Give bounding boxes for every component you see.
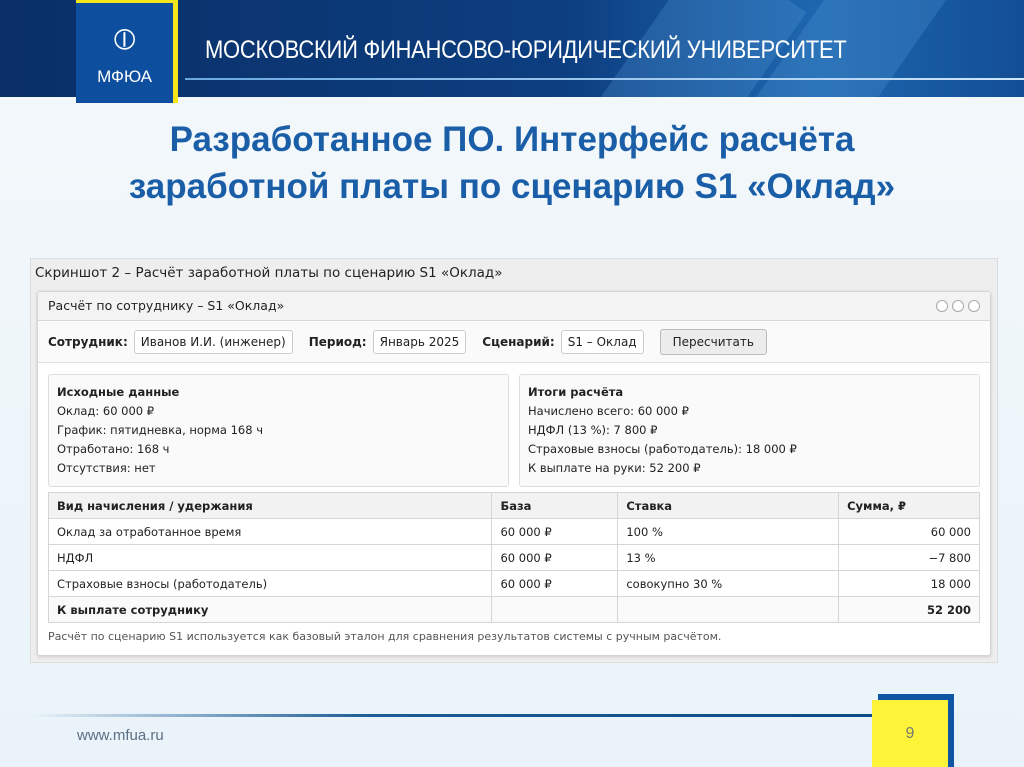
table-row: Страховые взносы (работодатель) 60 000 ₽… [47,570,980,597]
column-header: Вид начисления / удержания [47,492,493,519]
app-screenshot: Скриншот 2 – Расчёт заработной платы по … [30,258,998,663]
panel-line: Страховые взносы (работодатель): 18 000 … [528,442,797,456]
table-cell [491,596,619,623]
close-icon[interactable] [968,300,980,312]
footnote: Расчёт по сценарию S1 используется как б… [48,630,722,643]
table-cell: −7 800 [838,544,980,571]
table-cell: 52 200 [838,596,980,623]
table-total-row: К выплате сотруднику 52 200 [47,596,980,623]
logo-abbr: МФЮА [97,67,152,86]
table-cell: Оклад за отработанное время [47,518,493,545]
table-cell: Страховые взносы (работодатель) [47,570,493,597]
panel-title: Исходные данные [57,385,180,399]
results-panel: Итоги расчёта Начислено всего: 60 000 ₽ … [519,374,980,487]
panel-line: Отсутствия: нет [57,461,156,475]
website-link[interactable]: www.mfua.ru [77,727,164,744]
payroll-table: Вид начисления / удержания База Ставка С… [47,492,980,623]
table-cell: совокупно 30 % [617,570,840,597]
column-header: Сумма, ₽ [838,492,980,519]
toolbar: Сотрудник: Иванов И.И. (инженер) Период:… [38,321,990,363]
table-cell: 60 000 [838,518,980,545]
panel-line: Начислено всего: 60 000 ₽ [528,404,689,418]
table-cell: 100 % [617,518,840,545]
scenario-field[interactable]: S1 – Оклад [560,329,644,354]
table-cell: 18 000 [838,570,980,597]
slide-title: Разработанное ПО. Интерфейс расчёта зара… [0,116,1024,210]
page-number: 9 [872,700,948,767]
maximize-icon[interactable] [952,300,964,312]
table-cell: 60 000 ₽ [491,544,619,571]
screenshot-caption: Скриншот 2 – Расчёт заработной платы по … [35,265,503,281]
university-logo: ⦶ МФЮА [76,0,178,103]
table-header-row: Вид начисления / удержания База Ставка С… [47,492,980,519]
period-field[interactable]: Январь 2025 [372,329,467,354]
table-row: Оклад за отработанное время 60 000 ₽ 100… [47,518,980,545]
panel-line: График: пятидневка, норма 168 ч [57,423,264,437]
app-window: Расчёт по сотруднику – S1 «Оклад» Сотруд… [37,291,991,656]
table-cell [617,596,840,623]
table-cell: 13 % [617,544,840,571]
employee-label: Сотрудник: [48,334,128,349]
slide-title-line2: заработной платы по сценарию S1 «Оклад» [128,167,896,206]
employee-field[interactable]: Иванов И.И. (инженер) [133,329,293,354]
header-line [185,78,1024,80]
table-row: НДФЛ 60 000 ₽ 13 % −7 800 [47,544,980,571]
university-name: МОСКОВСКИЙ ФИНАНСОВО-ЮРИДИЧЕСКИЙ УНИВЕРС… [205,36,847,64]
minimize-icon[interactable] [936,300,948,312]
panel-line: НДФЛ (13 %): 7 800 ₽ [528,423,658,437]
slide-title-line1: Разработанное ПО. Интерфейс расчёта [169,120,855,159]
table-cell: 60 000 ₽ [491,570,619,597]
footer-line [30,714,875,717]
window-titlebar: Расчёт по сотруднику – S1 «Оклад» [38,292,990,321]
period-label: Период: [308,334,367,349]
panel-line: Оклад: 60 000 ₽ [57,404,155,418]
panel-line: К выплате на руки: 52 200 ₽ [528,461,701,475]
column-header: База [491,492,619,519]
logo-emblem-icon: ⦶ [113,22,136,57]
window-title: Расчёт по сотруднику – S1 «Оклад» [48,298,285,313]
column-header: Ставка [617,492,840,519]
table-cell: 60 000 ₽ [491,518,619,545]
panel-title: Итоги расчёта [528,385,624,399]
panel-line: Отработано: 168 ч [57,442,170,456]
table-cell: НДФЛ [47,544,493,571]
input-data-panel: Исходные данные Оклад: 60 000 ₽ График: … [48,374,509,487]
recalculate-button[interactable]: Пересчитать [659,328,767,355]
scenario-label: Сценарий: [482,334,555,349]
table-cell: К выплате сотруднику [47,596,493,623]
